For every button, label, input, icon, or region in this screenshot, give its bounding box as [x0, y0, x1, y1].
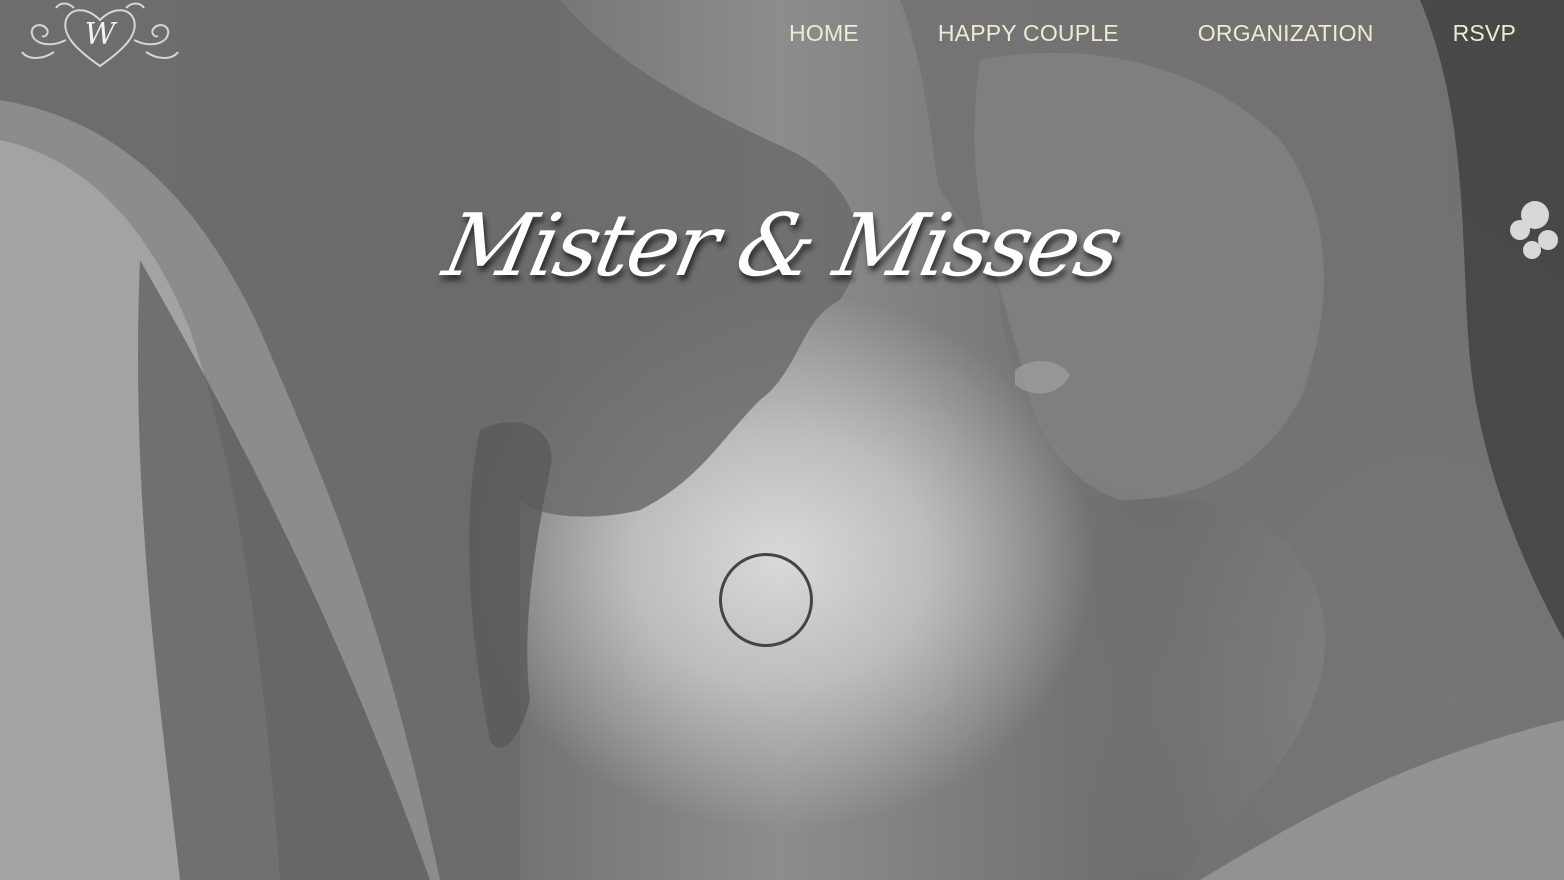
nav-organization[interactable]: ORGANIZATION [1198, 18, 1374, 48]
circle-outline-icon[interactable] [719, 553, 813, 647]
nav-happy-couple[interactable]: HAPPY COUPLE [938, 18, 1119, 48]
hero-section: W HOME HAPPY COUPLE ORGANIZATION RSVP Mi… [0, 0, 1564, 880]
main-navigation: HOME HAPPY COUPLE ORGANIZATION RSVP [789, 18, 1516, 48]
hero-title: Mister & Misses [435, 196, 1129, 296]
background-photo [0, 0, 1564, 880]
site-logo[interactable]: W [14, 0, 186, 76]
heart-monogram-logo-icon: W [21, 2, 179, 68]
nav-rsvp[interactable]: RSVP [1453, 18, 1516, 48]
nav-home[interactable]: HOME [789, 18, 859, 48]
svg-text:W: W [85, 17, 118, 52]
